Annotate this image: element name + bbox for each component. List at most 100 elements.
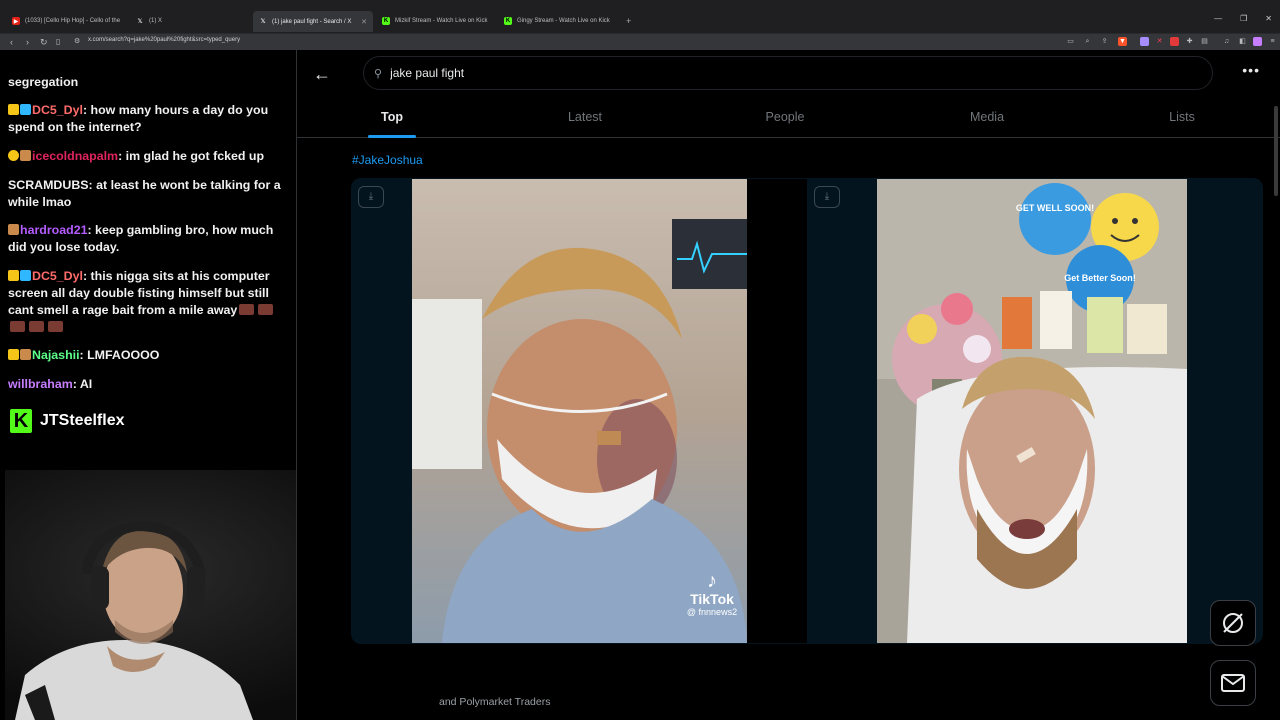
chat-username[interactable]: willbraham [8,377,73,391]
chat-text: : im glad he got fcked up [118,149,265,163]
close-window-icon[interactable]: ✕ [1265,14,1272,23]
kick-logo-icon: K [10,409,32,433]
forward-icon[interactable]: › [26,36,29,48]
reload-icon[interactable]: ↻ [40,36,48,48]
chat-text: : LMFAOOOO [79,348,160,362]
browser-tab[interactable]: K Gingy Stream - Watch Live on Kick [498,12,620,30]
tab-media[interactable]: Media [970,110,1004,124]
emote-icon [239,304,255,315]
kick-icon: K [382,17,390,25]
chat-text: segregation [8,75,79,89]
chat-username[interactable]: Najashii [32,348,80,362]
download-icon[interactable]: ⤓ [814,186,840,208]
streamer-name: JTSteelflex [40,412,125,429]
zoom-icon[interactable]: ⌕ [1083,37,1092,46]
youtube-icon: ▶ [12,17,20,25]
level-badge-icon [8,150,19,161]
chat-message: segregation [8,74,284,91]
browser-nav-bar: ‹ › ↻ ▯ ⚙ x.com/search?q=jake%20paul%20f… [0,34,1280,50]
stream-chat: segregation DC5_Dyl: how many hours a da… [0,50,296,470]
search-tabs: Top Latest People Media Lists [297,100,1280,138]
chat-username[interactable]: DC5_Dyl [32,103,83,117]
screen-icon[interactable]: ▭ [1066,37,1075,46]
chat-message: icecoldnapalm: im glad he got fcked up [8,148,284,165]
chat-message: willbraham: AI [8,376,284,393]
tab-title: (1) X [149,18,163,24]
minimize-icon[interactable]: — [1214,14,1222,23]
puzzle-icon[interactable]: ✚ [1185,37,1194,46]
chat-username[interactable]: icecoldnapalm [32,149,118,163]
balloon-text: GET WELL SOON! [1016,203,1094,213]
emote-icon [29,321,44,332]
restore-icon[interactable]: ❐ [1240,14,1247,23]
tab-title: Gingy Stream - Watch Live on Kick [517,18,610,24]
menu-icon[interactable]: ≡ [1268,37,1277,46]
grok-button[interactable] [1210,600,1256,646]
address-bar[interactable]: x.com/search?q=jake%20paul%20fight&src=t… [88,37,240,43]
bookmark-icon[interactable]: ▯ [56,36,60,48]
more-options-icon[interactable]: ••• [1242,62,1260,78]
chat-username[interactable]: hardroad21 [20,223,87,237]
panel-icon[interactable]: ◧ [1238,37,1247,46]
emote-icon [258,304,274,315]
sub-badge-icon [8,224,19,235]
close-tab-icon[interactable]: ✕ [361,18,367,26]
chat-message: DC5_Dyl: how many hours a day do you spe… [8,102,284,136]
tab-lists[interactable]: Lists [1169,110,1195,124]
post-image-2[interactable]: GET WELL SOON! Get Better Soon! [877,179,1187,643]
sub-badge-icon [20,349,31,360]
hospital-selfie-image: TikTok @ fnnnews2 ♪ [412,179,807,643]
download-icon[interactable]: ⤓ [358,186,384,208]
new-tab-button[interactable]: + [620,12,637,30]
tiktok-label: TikTok [690,591,734,607]
profile-icon[interactable] [1253,37,1262,46]
crown-badge-icon [8,104,19,115]
crown-badge-icon [8,349,19,360]
tab-title: (1) jake paul fight - Search / X [272,18,352,25]
scrollbar[interactable] [1274,106,1278,196]
emote-icon [10,321,25,332]
messages-button[interactable] [1210,660,1256,706]
chat-username[interactable]: SCRAMDUBS [8,178,89,192]
extension-icon[interactable] [1170,37,1179,46]
brave-shield-icon[interactable]: ▼ [1118,37,1127,46]
chat-username[interactable]: DC5_Dyl [32,269,83,283]
browser-tab[interactable]: 𝕏 (1) X [130,12,248,30]
trend-footer-text: and Polymarket Traders [439,696,551,708]
tab-top[interactable]: Top [381,110,403,124]
chat-message: Najashii: LMFAOOOO [8,347,284,364]
x-icon: 𝕏 [260,19,266,25]
crown-badge-icon [8,270,19,281]
back-arrow-icon[interactable]: ← [313,64,331,85]
tab-people[interactable]: People [766,110,805,124]
browser-tab[interactable]: ▶ (1033) [Cello Hip Hop] - Cello of the [6,12,128,30]
search-input[interactable] [390,66,1091,80]
hashtag-link[interactable]: #JakeJoshua [352,153,423,167]
chat-message: DC5_Dyl: this nigga sits at his computer… [8,268,284,336]
browser-tab-bar: ▶ (1033) [Cello Hip Hop] - Cello of the … [0,0,1280,34]
streamer-banner: K JTSteelflex [10,409,124,433]
post-image-1[interactable]: TikTok @ fnnnews2 ♪ [412,179,807,643]
site-info-icon[interactable]: ⚙ [74,36,80,48]
mail-icon [1221,674,1245,692]
x-search-page: ← ⚲ ••• Top Latest People Media Lists #J… [296,50,1280,720]
share-icon[interactable]: ⇪ [1100,37,1109,46]
post-media-grid: ⤓ ⤓ TikTok @ fnnnews2 ♪ GET WELL SOON! G… [351,178,1263,644]
chat-text: : AI [72,377,93,391]
extension-x-icon[interactable]: ✕ [1155,37,1164,46]
kick-icon: K [504,17,512,25]
tiktok-handle: @ fnnnews2 [687,607,737,617]
chat-message: SCRAMDUBS: at least he wont be talking f… [8,177,284,211]
chat-message: hardroad21: keep gambling bro, how much … [8,222,284,256]
music-icon[interactable]: ♫ [1222,37,1231,46]
browser-tab-active[interactable]: 𝕏 (1) jake paul fight - Search / X ✕ [253,11,373,32]
tab-latest[interactable]: Latest [568,110,602,124]
sub-badge-icon [20,150,31,161]
tiktok-logo-icon: ♪ [707,570,717,592]
search-bar[interactable]: ⚲ [363,56,1213,90]
sidebar-icon[interactable]: ▤ [1200,37,1209,46]
browser-tab[interactable]: K Mizkif Stream - Watch Live on Kick [376,12,496,30]
back-icon[interactable]: ‹ [10,36,13,48]
active-tab-indicator [368,135,416,138]
extension-icon[interactable] [1140,37,1149,46]
